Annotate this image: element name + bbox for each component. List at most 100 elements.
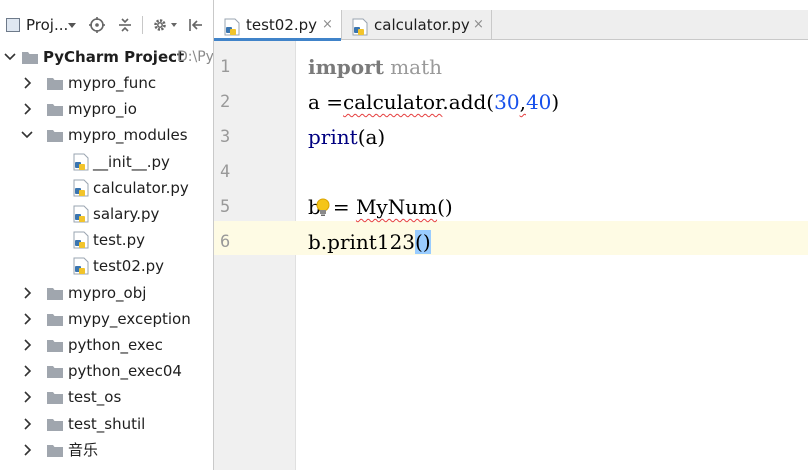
tree-file-salary-py[interactable]: salary.py	[0, 201, 213, 227]
tab-test02[interactable]: test02.py ×	[214, 10, 342, 41]
line-number: 4	[220, 162, 231, 182]
tree-folder-python-exec04[interactable]: python_exec04	[0, 358, 213, 384]
project-toolbar: Proj...	[0, 10, 213, 40]
lightbulb-icon[interactable]	[316, 198, 330, 218]
folder-icon	[47, 390, 63, 404]
builtin-print: print	[308, 125, 358, 149]
folder-icon	[47, 443, 63, 457]
python-file-icon	[73, 257, 89, 275]
line-number: 6	[220, 232, 231, 252]
tree-folder-mypro-modules[interactable]: mypro_modules	[0, 122, 213, 148]
python-file-icon	[224, 16, 240, 36]
tree-item-label: mypro_func	[68, 74, 157, 92]
folder-icon	[47, 286, 63, 300]
python-file-icon	[73, 153, 89, 171]
tree-item-label: calculator.py	[93, 179, 189, 197]
folder-icon	[47, 312, 63, 326]
tree-folder-mypy-exception[interactable]: mypy_exception	[0, 306, 213, 332]
tree-item-label: python_exec	[68, 336, 163, 354]
folder-icon	[47, 128, 63, 142]
tree-file-test02-py[interactable]: test02.py	[0, 253, 213, 279]
folder-icon	[47, 417, 63, 431]
number-literal: 30	[494, 90, 520, 114]
chevron-right-icon[interactable]	[20, 389, 34, 405]
close-paren: )	[551, 90, 560, 114]
tab-calculator[interactable]: calculator.py ×	[342, 10, 492, 40]
folder-icon	[47, 102, 63, 116]
collapse-all-icon[interactable]	[117, 17, 133, 37]
tree-folder-mypro-io[interactable]: mypro_io	[0, 96, 213, 122]
chevron-right-icon[interactable]	[20, 442, 34, 458]
matched-brace: ()	[415, 230, 431, 254]
tree-item-label: __init__.py	[93, 153, 170, 171]
tree-folder-test-shutil[interactable]: test_shutil	[0, 411, 213, 437]
code-line-6[interactable]: b.print123()	[308, 230, 431, 254]
tree-item-label: salary.py	[93, 205, 160, 223]
unresolved-calculator: calculator	[343, 90, 443, 114]
gear-icon[interactable]	[152, 17, 168, 37]
tab-label: calculator.py	[374, 16, 470, 34]
unresolved-mynum: MyNum	[355, 195, 438, 219]
tree-folder-python-exec[interactable]: python_exec	[0, 332, 213, 358]
tree-item-label: test.py	[93, 231, 145, 249]
caret-line-highlight	[214, 221, 808, 255]
assign-op: =	[332, 195, 356, 219]
folder-icon	[22, 50, 38, 64]
close-icon[interactable]: ×	[473, 10, 484, 40]
project-tool-window: Proj... PyCharm Project D:\Py mypro_func…	[0, 0, 214, 470]
number-literal: 40	[525, 90, 552, 114]
editor-tab-bar: test02.py × calculator.py ×	[214, 10, 808, 41]
tab-label: test02.py	[246, 16, 318, 34]
keyword-import: import	[308, 55, 384, 79]
hide-panel-icon[interactable]	[188, 17, 204, 37]
python-file-icon	[73, 231, 89, 249]
tree-folder-mypro-func[interactable]: mypro_func	[0, 70, 213, 96]
line-number: 2	[220, 92, 231, 112]
tree-item-label: test02.py	[93, 257, 165, 275]
folder-icon	[47, 364, 63, 378]
line-number: 1	[220, 57, 231, 77]
assign-a: a =	[308, 90, 344, 114]
tree-item-label: mypro_io	[68, 100, 137, 118]
python-file-icon	[352, 16, 368, 36]
project-view-icon	[6, 18, 20, 32]
chevron-right-icon[interactable]	[20, 285, 34, 301]
line-number: 3	[220, 127, 231, 147]
chevron-right-icon[interactable]	[20, 75, 34, 91]
gear-dropdown-icon[interactable]	[171, 23, 177, 27]
method-expression: b.print123	[308, 230, 416, 254]
tree-item-label: test_shutil	[68, 415, 146, 433]
close-icon[interactable]: ×	[322, 10, 333, 40]
tree-file-calculator-py[interactable]: calculator.py	[0, 175, 213, 201]
method-call: .add(	[442, 90, 495, 114]
tree-item-label: python_exec04	[68, 362, 182, 380]
code-line-1[interactable]: import math	[308, 55, 442, 79]
project-view-dropdown[interactable]: Proj...	[26, 14, 68, 36]
tree-file-init-py[interactable]: __init__.py	[0, 149, 213, 175]
tree-folder-test-os[interactable]: test_os	[0, 384, 213, 410]
chevron-right-icon[interactable]	[20, 101, 34, 117]
code-line-3[interactable]: print(a)	[308, 125, 385, 149]
tree-root-pycharm-project[interactable]: PyCharm Project D:\Py	[0, 44, 214, 70]
tree-file-test-py[interactable]: test.py	[0, 227, 213, 253]
project-root-path: D:\Py	[177, 49, 214, 65]
crosshair-locate-icon[interactable]	[89, 17, 105, 37]
module-name: math	[383, 55, 443, 79]
tree-folder-item-14[interactable]: 音乐	[0, 437, 213, 463]
folder-icon	[47, 338, 63, 352]
toolbar-separator	[142, 16, 143, 34]
tree-folder-mypro-obj[interactable]: mypro_obj	[0, 280, 213, 306]
python-file-icon	[73, 179, 89, 197]
folder-icon	[47, 76, 63, 90]
chevron-down-icon[interactable]	[3, 49, 17, 65]
chevron-right-icon[interactable]	[20, 337, 34, 353]
chevron-down-icon[interactable]	[20, 127, 34, 143]
tree-item-label: test_os	[68, 388, 122, 406]
chevron-right-icon[interactable]	[20, 311, 34, 327]
tree-item-label: mypy_exception	[68, 310, 191, 328]
chevron-right-icon[interactable]	[20, 363, 34, 379]
triangle-down-icon[interactable]	[68, 23, 76, 28]
tree-item-label: mypro_obj	[68, 284, 147, 302]
chevron-right-icon[interactable]	[20, 416, 34, 432]
code-line-2[interactable]: a =calculator.add(30,40)	[308, 90, 559, 114]
